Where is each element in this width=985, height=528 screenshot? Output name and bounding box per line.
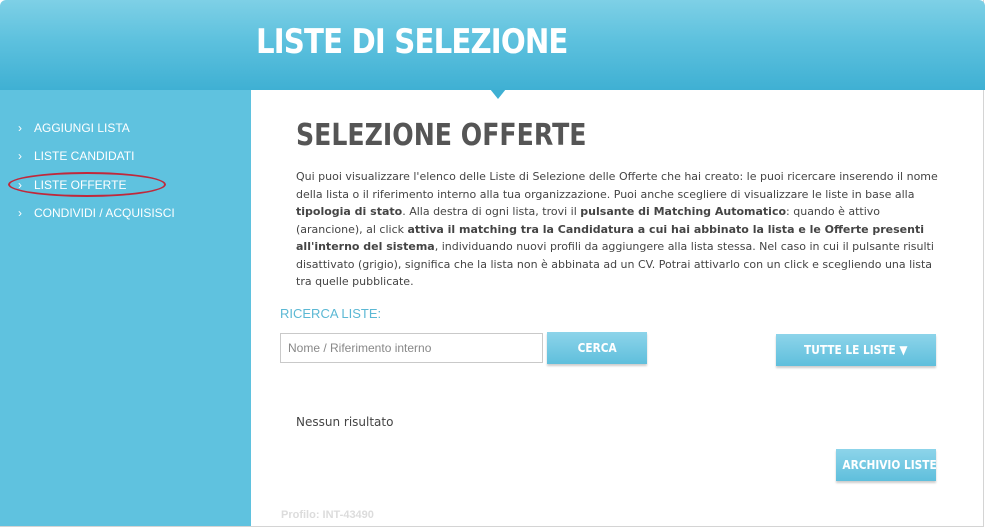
- archive-button-label: ARCHIVIO LISTE: [842, 458, 937, 472]
- sidebar-item-liste-candidati[interactable]: › LISTE CANDIDATI: [18, 149, 134, 163]
- chevron-right-icon: ›: [18, 121, 22, 135]
- page-header: LISTE DI SELEZIONE: [0, 0, 985, 90]
- chevron-right-icon: ›: [18, 206, 22, 220]
- sidebar-item-condividi-acquisisci[interactable]: › CONDIVIDI / ACQUISISCI: [18, 206, 175, 220]
- page-title: SELEZIONE OFFERTE: [296, 118, 587, 153]
- no-results-text: Nessun risultato: [296, 415, 394, 429]
- profile-id: Profilo: INT-43490: [281, 509, 374, 521]
- search-button[interactable]: CERCA: [547, 332, 647, 364]
- description-text: . Alla destra di ogni lista, trovi il: [402, 205, 581, 218]
- search-button-label: CERCA: [577, 341, 617, 355]
- sidebar-item-label: LISTE CANDIDATI: [34, 149, 135, 163]
- sidebar-item-label: CONDIVIDI / ACQUISISCI: [34, 206, 175, 220]
- description-bold: tipologia di stato: [296, 205, 403, 218]
- filter-dropdown[interactable]: TUTTE LE LISTE ▼: [776, 334, 936, 366]
- header-title: LISTE DI SELEZIONE: [256, 22, 568, 62]
- description-text: Qui puoi visualizzare l'elenco delle Lis…: [296, 170, 938, 201]
- sidebar-item-label: AGGIUNGI LISTA: [34, 121, 130, 135]
- page-description: Qui puoi visualizzare l'elenco delle Lis…: [296, 168, 938, 291]
- search-input[interactable]: [280, 333, 543, 363]
- highlight-oval-annotation: [8, 172, 166, 197]
- description-bold: pulsante di Matching Automatico: [580, 205, 787, 218]
- archive-button[interactable]: ARCHIVIO LISTE: [836, 449, 937, 481]
- search-label: RICERCA LISTE:: [280, 306, 382, 321]
- filter-dropdown-label: TUTTE LE LISTE ▼: [804, 343, 908, 357]
- header-pointer-arrow: [490, 89, 506, 99]
- sidebar-item-aggiungi-lista[interactable]: › AGGIUNGI LISTA: [18, 121, 130, 135]
- chevron-right-icon: ›: [18, 149, 22, 163]
